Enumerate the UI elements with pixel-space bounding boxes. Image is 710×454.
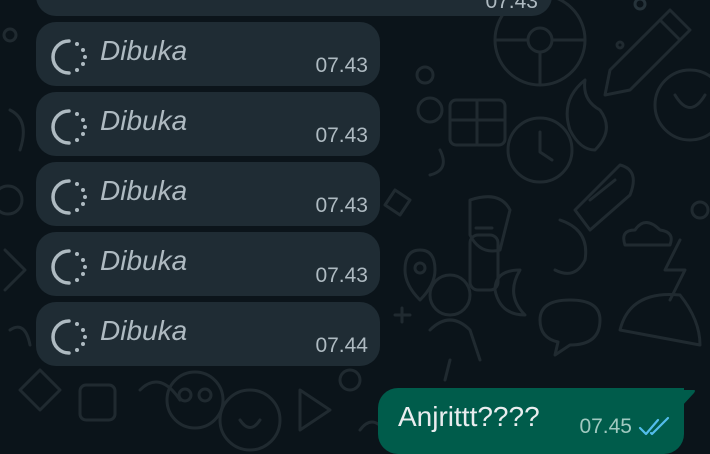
message-status-text: Dibuka [100, 245, 188, 276]
message-bubble-partial[interactable]: 07.43 [36, 0, 552, 16]
message-time: 07.43 [315, 264, 368, 287]
message-time: 07.43 [315, 54, 368, 77]
bubble-tail [676, 390, 695, 406]
message-time: 07.43 [315, 194, 368, 217]
message-time: 07.43 [485, 0, 538, 13]
message-time: 07.44 [315, 334, 368, 357]
message-text: Anjrittt???? [398, 401, 540, 432]
message-status-text: Dibuka [100, 105, 188, 136]
double-check-icon [638, 416, 670, 436]
message-status-text: Dibuka [100, 35, 188, 66]
message-bubble[interactable]: Dibuka 07.43 [36, 232, 380, 296]
message-status-text: Dibuka [100, 315, 188, 346]
message-bubble-outgoing[interactable]: Anjrittt???? 07.45 [378, 388, 684, 454]
message-bubble[interactable]: Dibuka 07.44 [36, 302, 380, 366]
message-bubble[interactable]: Dibuka 07.43 [36, 162, 380, 226]
message-time: 07.43 [315, 124, 368, 147]
view-once-icon [51, 39, 87, 75]
view-once-icon [51, 179, 87, 215]
message-time: 07.45 [579, 415, 632, 438]
view-once-icon [51, 109, 87, 145]
view-once-icon [51, 249, 87, 285]
message-status-text: Dibuka [100, 175, 188, 206]
view-once-icon [51, 319, 87, 355]
message-bubble[interactable]: Dibuka 07.43 [36, 92, 380, 156]
message-bubble[interactable]: Dibuka 07.43 [36, 22, 380, 86]
